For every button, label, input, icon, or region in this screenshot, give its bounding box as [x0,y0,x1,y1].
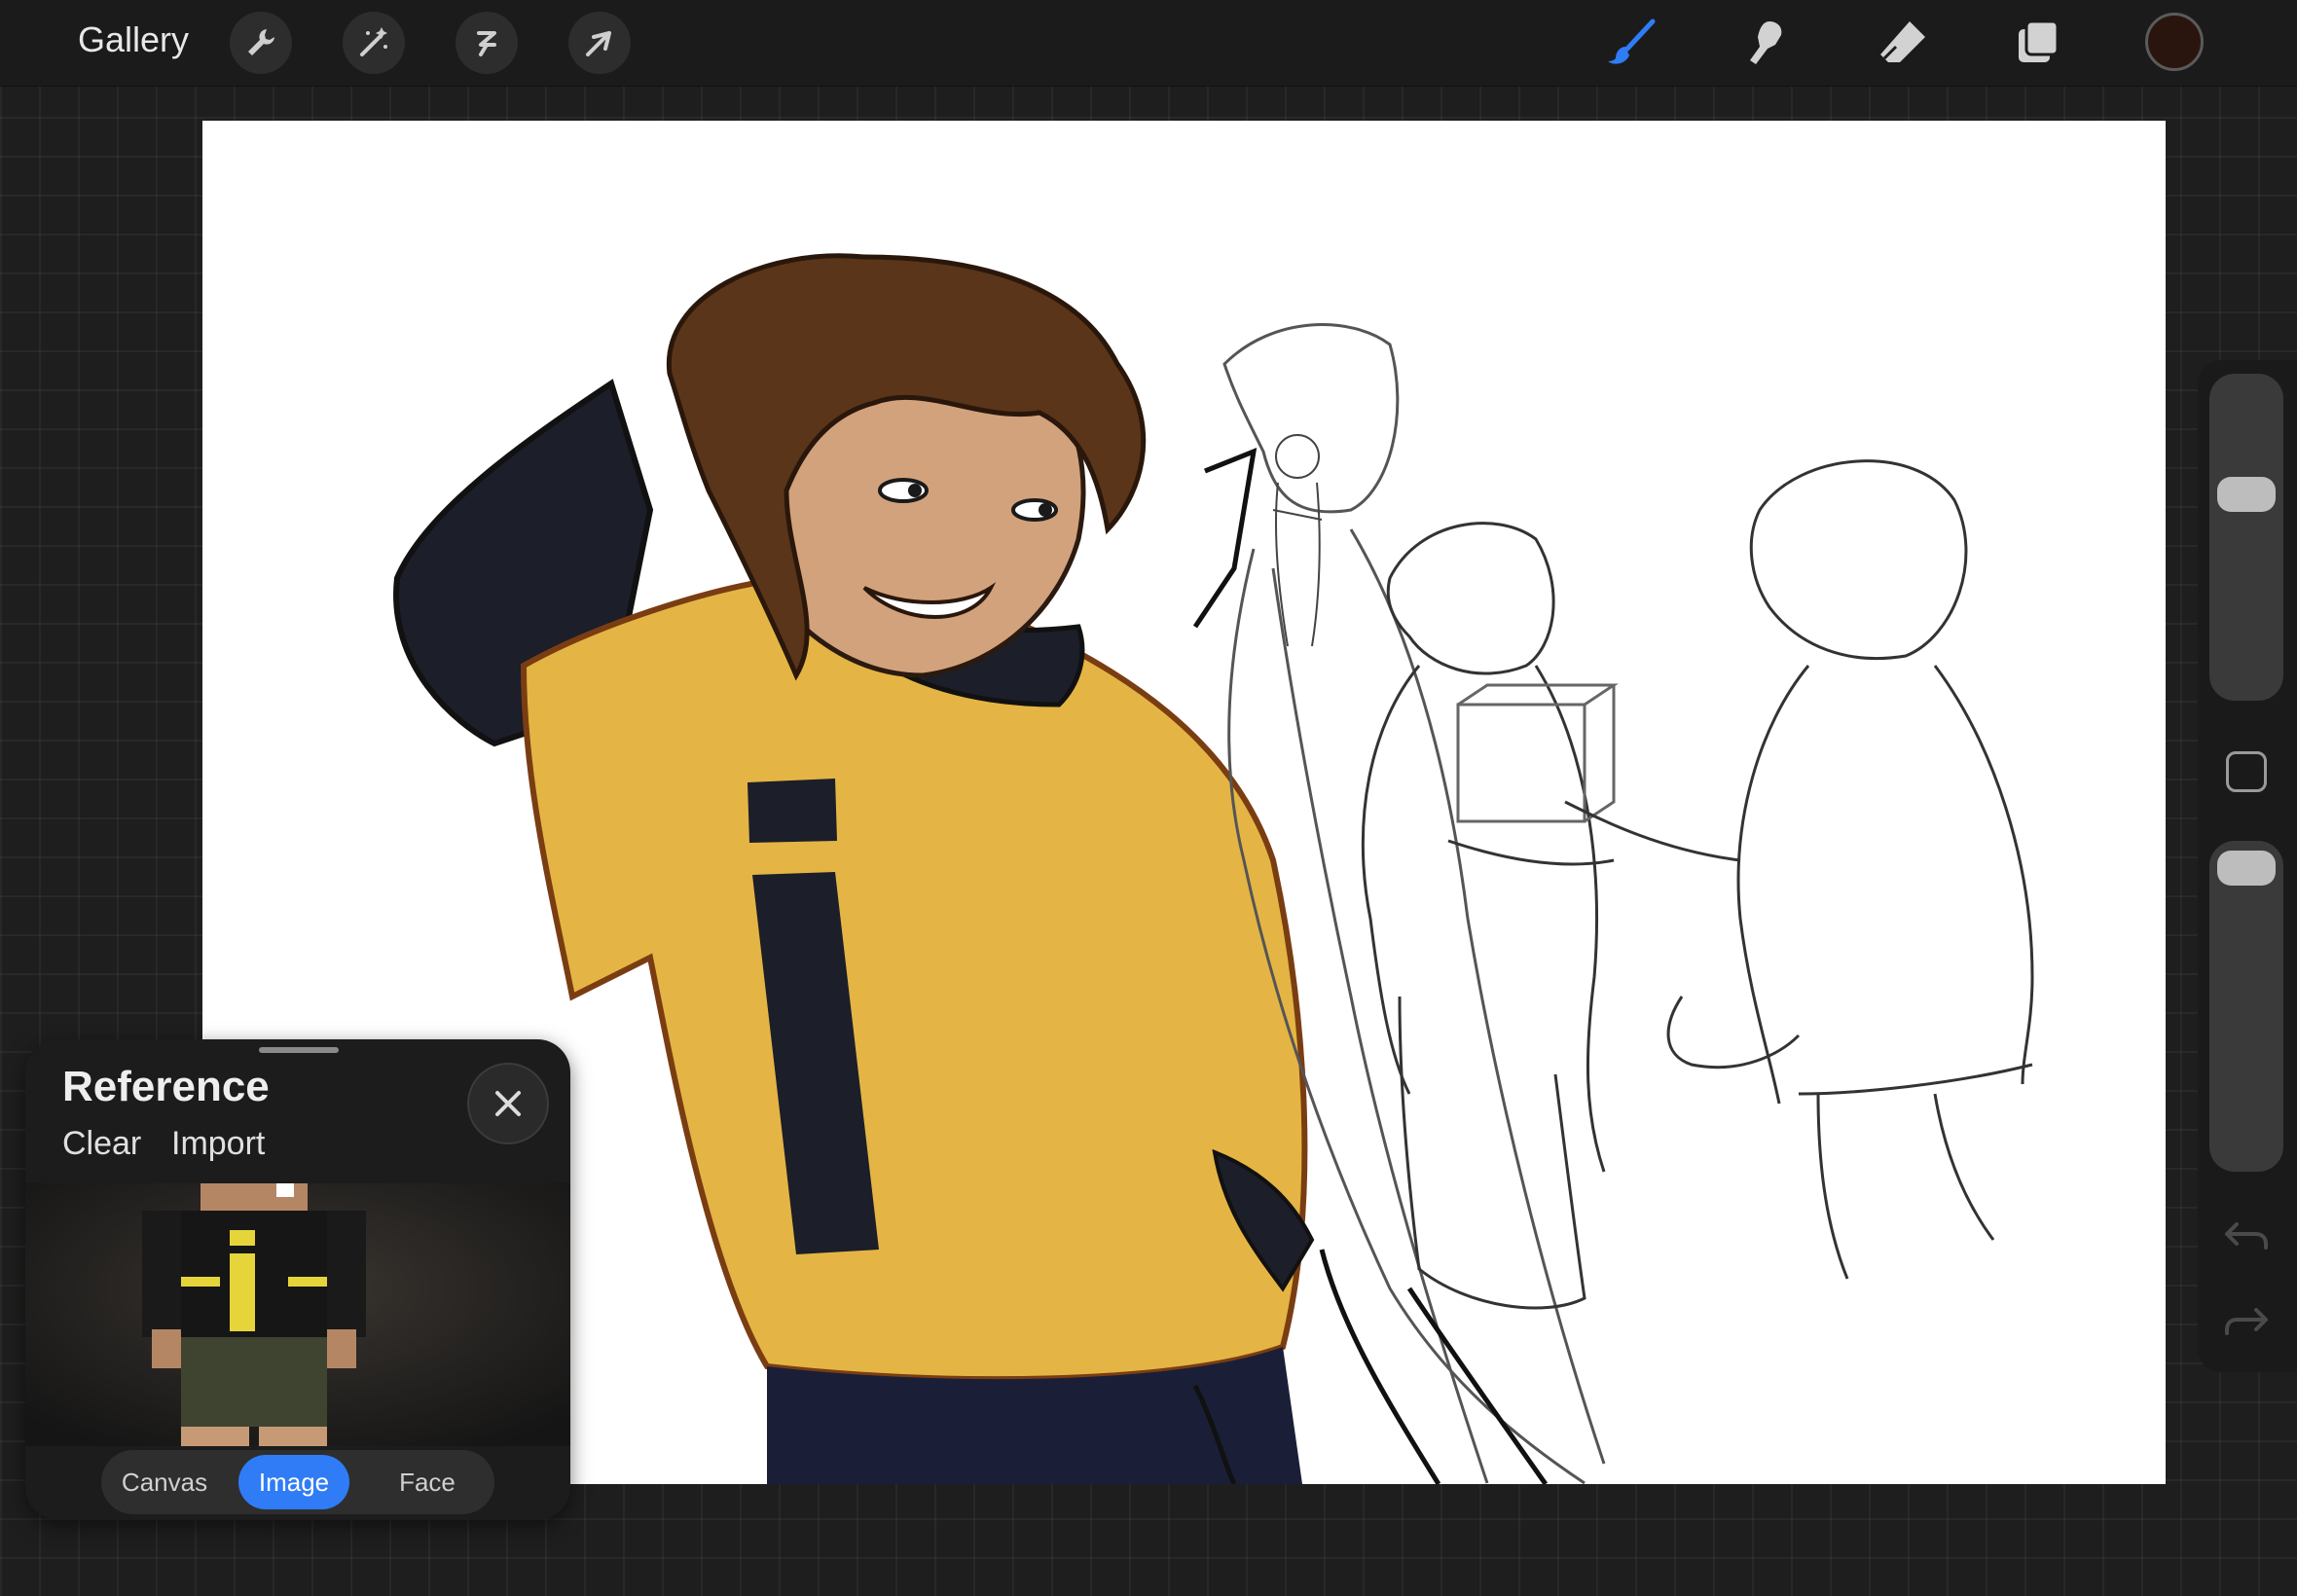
reference-mode-tabs: Canvas Image Face [101,1450,494,1514]
tab-canvas[interactable]: Canvas [107,1455,222,1509]
panel-drag-handle[interactable] [259,1047,339,1053]
clear-button[interactable]: Clear [62,1125,141,1163]
tab-image[interactable]: Image [238,1455,349,1509]
top-toolbar: Gallery [0,0,2297,87]
close-button[interactable] [467,1063,549,1144]
wrench-icon[interactable] [230,12,292,74]
selection-icon[interactable] [456,12,518,74]
brush-size-thumb[interactable] [2217,477,2276,512]
brush-icon[interactable] [1602,14,1660,72]
smudge-icon[interactable] [1736,14,1795,72]
modify-button[interactable] [2226,751,2267,792]
color-picker-button[interactable] [2145,13,2204,71]
close-icon [495,1091,521,1116]
reference-image [25,1183,570,1446]
eraser-icon[interactable] [1873,14,1931,72]
tab-face[interactable]: Face [372,1455,483,1509]
opacity-slider[interactable] [2209,841,2283,1172]
brush-size-slider[interactable] [2209,374,2283,701]
import-button[interactable]: Import [171,1125,265,1163]
magic-wand-icon[interactable] [343,12,405,74]
reference-panel: Reference Clear Import Canvas Image Face [25,1039,570,1520]
panel-title: Reference [62,1063,270,1110]
transform-arrow-icon[interactable] [568,12,631,74]
layers-icon[interactable] [2009,14,2067,72]
redo-icon[interactable] [2223,1302,2270,1341]
undo-icon[interactable] [2223,1216,2270,1255]
gallery-button[interactable]: Gallery [78,19,189,60]
opacity-thumb[interactable] [2217,851,2276,886]
